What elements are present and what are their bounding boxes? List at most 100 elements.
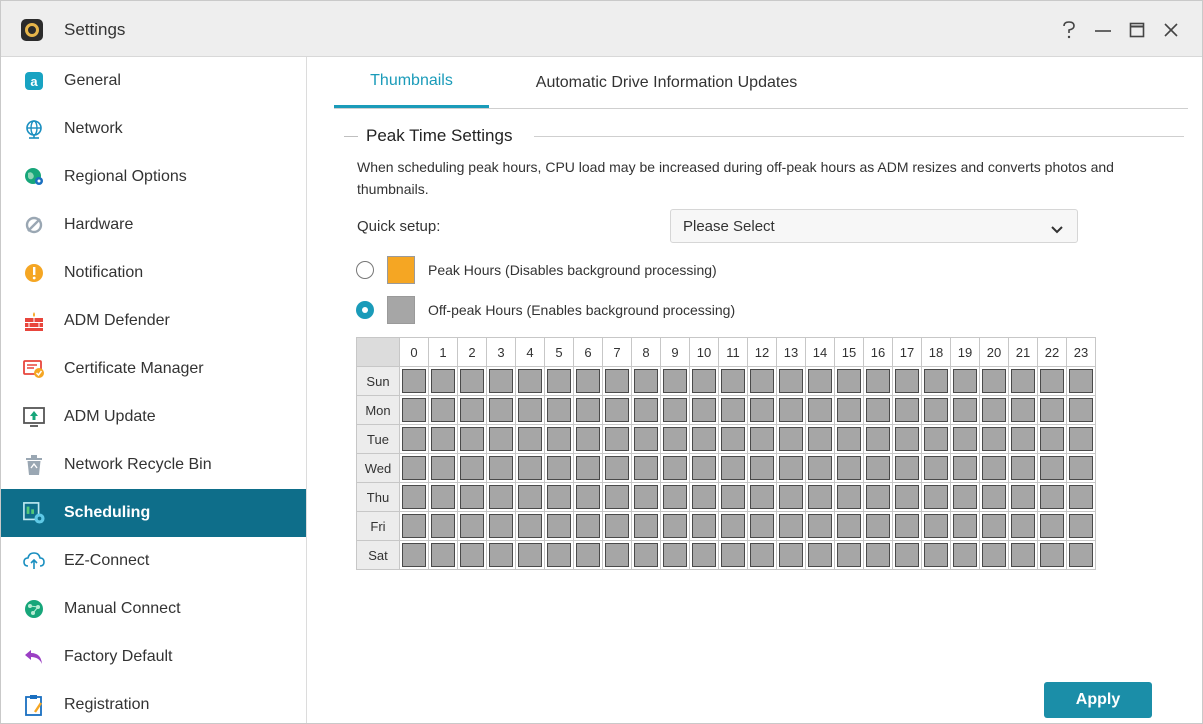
schedule-cell[interactable]: [747, 511, 777, 541]
schedule-cell[interactable]: [515, 453, 545, 483]
schedule-cell[interactable]: [747, 395, 777, 425]
schedule-cell[interactable]: [834, 424, 864, 454]
schedule-cell[interactable]: [979, 482, 1009, 512]
sidebar-item-notification[interactable]: Notification: [1, 249, 306, 297]
schedule-cell[interactable]: [747, 453, 777, 483]
schedule-cell[interactable]: [544, 482, 574, 512]
schedule-cell[interactable]: [573, 511, 603, 541]
schedule-cell[interactable]: [747, 424, 777, 454]
minimize-icon[interactable]: [1086, 17, 1120, 43]
hour-header[interactable]: 1: [428, 337, 458, 367]
hour-header[interactable]: 13: [776, 337, 806, 367]
schedule-cell[interactable]: [950, 424, 980, 454]
schedule-cell[interactable]: [834, 540, 864, 570]
schedule-cell[interactable]: [428, 453, 458, 483]
schedule-cell[interactable]: [660, 540, 690, 570]
hour-header[interactable]: 18: [921, 337, 951, 367]
hour-header[interactable]: 11: [718, 337, 748, 367]
schedule-cell[interactable]: [892, 453, 922, 483]
schedule-cell[interactable]: [689, 482, 719, 512]
tab-automatic-drive-information-updates[interactable]: Automatic Drive Information Updates: [509, 57, 824, 108]
tab-thumbnails[interactable]: Thumbnails: [334, 57, 489, 108]
schedule-cell[interactable]: [805, 482, 835, 512]
schedule-cell[interactable]: [921, 482, 951, 512]
schedule-cell[interactable]: [921, 424, 951, 454]
schedule-cell[interactable]: [776, 453, 806, 483]
sidebar-item-factory-default[interactable]: Factory Default: [1, 633, 306, 681]
hour-header[interactable]: 16: [863, 337, 893, 367]
schedule-cell[interactable]: [544, 366, 574, 396]
schedule-cell[interactable]: [979, 395, 1009, 425]
schedule-cell[interactable]: [1066, 424, 1096, 454]
hour-header[interactable]: 15: [834, 337, 864, 367]
peak-hours-radio[interactable]: [356, 261, 374, 279]
sidebar-item-network-recycle-bin[interactable]: Network Recycle Bin: [1, 441, 306, 489]
schedule-cell[interactable]: [399, 395, 429, 425]
schedule-cell[interactable]: [1008, 366, 1038, 396]
schedule-cell[interactable]: [892, 424, 922, 454]
hour-header[interactable]: 5: [544, 337, 574, 367]
schedule-cell[interactable]: [660, 395, 690, 425]
schedule-cell[interactable]: [863, 511, 893, 541]
schedule-cell[interactable]: [399, 482, 429, 512]
hour-header[interactable]: 21: [1008, 337, 1038, 367]
schedule-cell[interactable]: [573, 540, 603, 570]
schedule-cell[interactable]: [660, 511, 690, 541]
schedule-cell[interactable]: [1066, 482, 1096, 512]
schedule-cell[interactable]: [805, 511, 835, 541]
schedule-cell[interactable]: [689, 540, 719, 570]
hour-header[interactable]: 8: [631, 337, 661, 367]
day-header[interactable]: Sun: [356, 366, 400, 396]
schedule-cell[interactable]: [979, 453, 1009, 483]
schedule-cell[interactable]: [428, 511, 458, 541]
schedule-cell[interactable]: [399, 511, 429, 541]
schedule-cell[interactable]: [718, 424, 748, 454]
schedule-cell[interactable]: [399, 424, 429, 454]
day-header[interactable]: Thu: [356, 482, 400, 512]
schedule-cell[interactable]: [631, 395, 661, 425]
schedule-cell[interactable]: [515, 366, 545, 396]
schedule-cell[interactable]: [544, 540, 574, 570]
schedule-cell[interactable]: [515, 482, 545, 512]
schedule-cell[interactable]: [631, 424, 661, 454]
schedule-cell[interactable]: [747, 482, 777, 512]
schedule-cell[interactable]: [776, 366, 806, 396]
schedule-cell[interactable]: [892, 482, 922, 512]
schedule-cell[interactable]: [457, 366, 487, 396]
schedule-cell[interactable]: [718, 511, 748, 541]
schedule-cell[interactable]: [863, 540, 893, 570]
schedule-cell[interactable]: [1037, 366, 1067, 396]
sidebar-item-adm-update[interactable]: ADM Update: [1, 393, 306, 441]
sidebar-item-adm-defender[interactable]: ADM Defender: [1, 297, 306, 345]
day-header[interactable]: Fri: [356, 511, 400, 541]
schedule-cell[interactable]: [863, 453, 893, 483]
schedule-cell[interactable]: [1008, 511, 1038, 541]
schedule-cell[interactable]: [950, 482, 980, 512]
hour-header[interactable]: 9: [660, 337, 690, 367]
day-header[interactable]: Sat: [356, 540, 400, 570]
schedule-cell[interactable]: [834, 366, 864, 396]
schedule-cell[interactable]: [428, 424, 458, 454]
schedule-cell[interactable]: [979, 540, 1009, 570]
schedule-cell[interactable]: [573, 366, 603, 396]
schedule-cell[interactable]: [950, 511, 980, 541]
day-header[interactable]: Wed: [356, 453, 400, 483]
schedule-cell[interactable]: [863, 395, 893, 425]
schedule-cell[interactable]: [660, 424, 690, 454]
hour-header[interactable]: 6: [573, 337, 603, 367]
schedule-cell[interactable]: [950, 453, 980, 483]
schedule-cell[interactable]: [718, 453, 748, 483]
sidebar-item-scheduling[interactable]: Scheduling: [1, 489, 306, 537]
schedule-cell[interactable]: [1066, 395, 1096, 425]
schedule-cell[interactable]: [921, 511, 951, 541]
sidebar-item-general[interactable]: a General: [1, 57, 306, 105]
schedule-cell[interactable]: [689, 511, 719, 541]
sidebar-item-registration[interactable]: Registration: [1, 681, 306, 723]
schedule-cell[interactable]: [573, 424, 603, 454]
schedule-cell[interactable]: [486, 366, 516, 396]
schedule-cell[interactable]: [457, 395, 487, 425]
schedule-cell[interactable]: [486, 395, 516, 425]
schedule-cell[interactable]: [805, 453, 835, 483]
schedule-cell[interactable]: [486, 424, 516, 454]
schedule-cell[interactable]: [689, 366, 719, 396]
